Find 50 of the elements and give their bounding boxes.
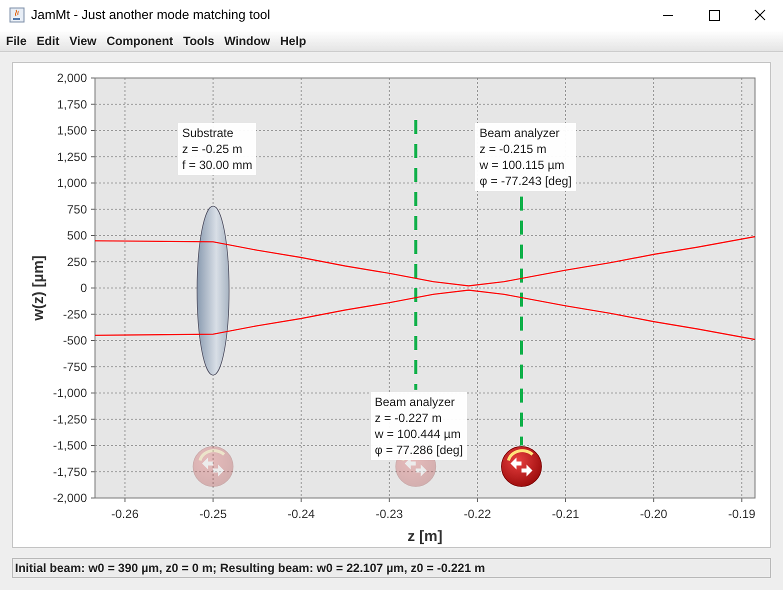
annotation-text: Beam analyzer: [374, 394, 456, 410]
app-icon: [9, 7, 25, 23]
menu-item[interactable]: File: [1, 32, 32, 50]
axis-tick-label: -2,000: [52, 491, 87, 505]
annotation-text: w = 100.115 µm: [479, 157, 566, 173]
axis-tick-label: -0.20: [640, 507, 668, 521]
annotation-text: z = -0.227 m: [374, 410, 443, 426]
menu-item[interactable]: Window: [219, 32, 276, 50]
axis-tick-label: -500: [62, 334, 87, 348]
annotation-text: φ = -77.243 [deg]: [479, 173, 572, 189]
axis-tick-label: 2,000: [56, 71, 87, 85]
axis-title: z [m]: [408, 528, 442, 545]
menu-item[interactable]: Component: [101, 32, 178, 50]
annotation-text: f = 30.00 mm: [182, 157, 252, 173]
axis-tick-label: 1,500: [56, 124, 87, 138]
axis-tick-label: 250: [66, 254, 87, 269]
axis-tick-label: -0.23: [376, 507, 403, 521]
annotation-text: w = 100.444 µm: [374, 426, 462, 442]
menu-item[interactable]: Help: [275, 32, 312, 50]
axis-tick-label: 1,000: [56, 176, 87, 190]
window-title: JamMt - Just another mode matching tool: [31, 6, 270, 24]
axis-tick-label: -1,750: [52, 464, 87, 479]
menu-item[interactable]: View: [64, 32, 102, 50]
axis-tick-label: 1,750: [56, 97, 87, 112]
axis-tick-label: -0.22: [464, 507, 492, 521]
annotation-text: z = -0.215 m: [479, 141, 548, 157]
axis-tick-label: 500: [66, 228, 87, 242]
annotation-text: z = -0.25 m: [182, 141, 244, 157]
axis-tick-label: 0: [80, 281, 87, 295]
axis-tick-label: -1,250: [52, 412, 87, 426]
annotation-text: Beam analyzer: [479, 125, 561, 141]
axis-tick-label: -0.26: [111, 507, 139, 521]
axis-tick-label: -250: [62, 307, 87, 322]
axis-tick-label: -0.19: [728, 507, 756, 521]
axis-tick-label: -1,500: [52, 438, 87, 452]
axis-tick-label: 750: [66, 202, 87, 216]
axis-tick-label: 1,250: [56, 150, 87, 164]
axis-tick-label: -1,000: [52, 386, 87, 400]
menu-item[interactable]: Edit: [32, 32, 64, 50]
axis-tick-label: -0.24: [288, 507, 315, 521]
axis-tick-label: -0.21: [552, 507, 580, 521]
axis-tick-label: -750: [62, 360, 87, 374]
arrows-button-icon[interactable]: [501, 446, 542, 487]
menu-item[interactable]: Tools: [178, 32, 220, 50]
axis-title: w(z) [µm]: [30, 255, 47, 321]
annotation-text: φ = 77.286 [deg]: [374, 442, 463, 458]
annotation-text: Substrate: [182, 125, 234, 141]
axis-tick-label: -0.25: [199, 507, 227, 521]
lens-shape[interactable]: [196, 206, 230, 376]
status-bar: Initial beam: w0 = 390 µm, z0 = 0 m; Resulting beam: w0 = 22.107 µm, z0 = -0.221 m: [12, 558, 771, 578]
